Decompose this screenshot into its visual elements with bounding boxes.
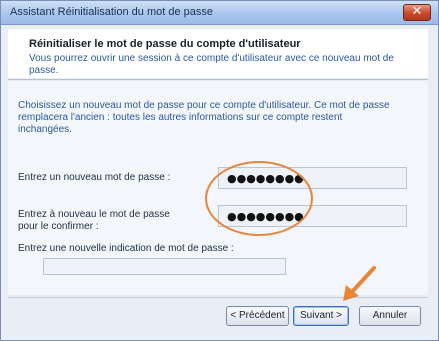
page-title: Réinitialiser le mot de passe du compte … (29, 38, 301, 50)
confirm-password-label-line1: Entrez à nouveau le mot de passe (18, 209, 170, 220)
wizard-header: Réinitialiser le mot de passe du compte … (8, 29, 428, 78)
wizard-window: Assistant Réinitialisation du mot de pas… (0, 0, 439, 341)
hint-label: Entrez une nouvelle indication de mot de… (18, 243, 234, 254)
next-button[interactable]: Suivant > (293, 306, 349, 326)
pointer-arrow-icon (343, 266, 376, 301)
close-icon: ✕ (411, 4, 423, 19)
hint-field[interactable] (43, 258, 286, 275)
header-divider (8, 79, 428, 80)
intro-text: Choisissez un nouveau mot de passe pour … (18, 100, 390, 135)
confirm-password-label-line2: pour le confirmer : (18, 221, 99, 232)
back-button[interactable]: < Précédent (226, 306, 289, 326)
window-title: Assistant Réinitialisation du mot de pas… (10, 6, 213, 18)
new-password-label: Entrez un nouveau mot de passe : (18, 172, 171, 183)
title-bar: Assistant Réinitialisation du mot de pas… (1, 1, 438, 25)
page-description: Vous pourrez ouvrir une session à ce com… (29, 53, 394, 76)
highlight-oval-icon (205, 161, 313, 236)
close-button[interactable]: ✕ (403, 4, 431, 21)
cancel-button[interactable]: Annuler (359, 306, 421, 326)
